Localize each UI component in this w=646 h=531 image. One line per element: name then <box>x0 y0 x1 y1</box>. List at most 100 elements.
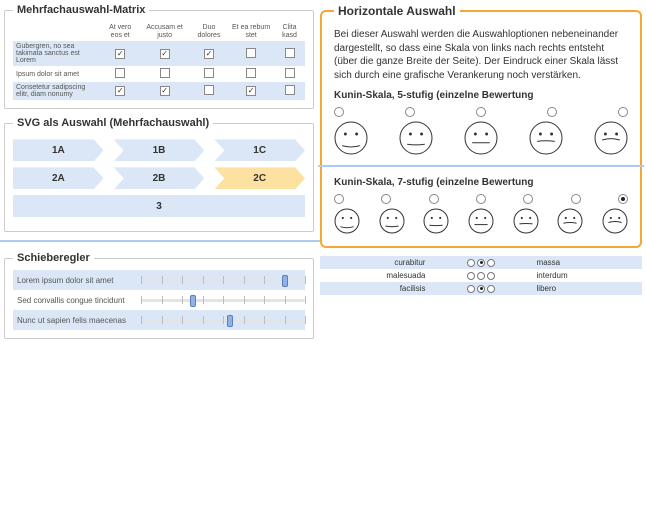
radio[interactable] <box>467 285 475 293</box>
checkbox[interactable] <box>204 85 214 95</box>
radio[interactable] <box>571 194 581 204</box>
face-icon <box>513 208 539 234</box>
divider <box>318 165 644 167</box>
face-icon <box>334 208 360 234</box>
matrix-panel: Mehrfachauswahl-Matrix At vero eos etAcc… <box>4 4 314 109</box>
row-radios <box>429 282 532 295</box>
slider[interactable] <box>141 293 305 307</box>
radio[interactable] <box>429 194 439 204</box>
arrow-option[interactable]: 2A <box>13 167 104 189</box>
slider-label: Sed convallis congue tincidunt <box>13 296 133 305</box>
radio[interactable] <box>334 107 344 117</box>
slider-row: Nunc ut sapien felis maecenas <box>13 310 305 330</box>
arrow-option[interactable]: 2C <box>214 167 305 189</box>
radio[interactable] <box>405 107 415 117</box>
slider-row: Sed convallis congue tincidunt <box>13 290 305 310</box>
kunin5-title: Kunin-Skala, 5-stufig (einzelne Bewertun… <box>334 90 628 101</box>
slider[interactable] <box>141 313 305 327</box>
face-icon <box>399 121 433 155</box>
slider-thumb[interactable] <box>282 275 288 287</box>
radio[interactable] <box>487 259 495 267</box>
arrow-option[interactable]: 1B <box>114 139 205 161</box>
row-radios <box>429 256 532 269</box>
radio[interactable] <box>381 194 391 204</box>
radio[interactable] <box>467 272 475 280</box>
radio[interactable] <box>467 259 475 267</box>
table-row: curabitur massa <box>320 256 642 269</box>
slider-thumb[interactable] <box>227 315 233 327</box>
checkbox[interactable] <box>115 68 125 78</box>
radio[interactable] <box>487 272 495 280</box>
radio[interactable] <box>476 107 486 117</box>
checkbox[interactable]: ✓ <box>115 86 125 96</box>
radio[interactable] <box>487 285 495 293</box>
arrow-option[interactable]: 1A <box>13 139 104 161</box>
horizontal-select-desc: Bei dieser Auswahl werden die Auswahlopt… <box>334 28 628 82</box>
radio[interactable] <box>547 107 557 117</box>
checkbox[interactable]: ✓ <box>160 49 170 59</box>
horizontal-select-panel: Horizontale Auswahl Bei dieser Auswahl w… <box>320 4 642 248</box>
face-icon <box>557 208 583 234</box>
checkbox[interactable]: ✓ <box>160 86 170 96</box>
slider-label: Nunc ut sapien felis maecenas <box>13 316 133 325</box>
checkbox[interactable] <box>285 68 295 78</box>
radio[interactable] <box>477 272 485 280</box>
matrix-row-label: Ipsum dolor sit amet <box>13 66 101 82</box>
checkbox[interactable] <box>285 85 295 95</box>
slider-thumb[interactable] <box>190 295 196 307</box>
matrix-table: At vero eos etAccusam et justoDuo dolore… <box>13 22 305 100</box>
kunin5-radios <box>334 107 628 117</box>
horizontal-select-title: Horizontale Auswahl <box>334 4 460 18</box>
radio[interactable] <box>477 285 485 293</box>
row-radios <box>429 269 532 282</box>
matrix-title: Mehrfachauswahl-Matrix <box>13 4 149 16</box>
kunin7-title: Kunin-Skala, 7-stufig (einzelne Bewertun… <box>334 177 628 188</box>
mini-table: curabitur massamalesuadainterdumfacilisis… <box>320 256 642 295</box>
arrow-option[interactable]: 3 <box>13 195 305 217</box>
kunin5-faces <box>334 121 628 155</box>
checkbox[interactable] <box>285 48 295 58</box>
arrow-option[interactable]: 1C <box>214 139 305 161</box>
face-icon <box>594 121 628 155</box>
checkbox[interactable] <box>246 68 256 78</box>
row-right-label: libero <box>533 282 642 295</box>
row-left-label: curabitur <box>320 256 429 269</box>
checkbox[interactable] <box>204 68 214 78</box>
table-row: facilisislibero <box>320 282 642 295</box>
checkbox[interactable]: ✓ <box>204 49 214 59</box>
slider-row: Lorem ipsum dolor sit amet <box>13 270 305 290</box>
row-left-label: malesuada <box>320 269 429 282</box>
matrix-col-header: Duo dolores <box>190 22 228 41</box>
row-right-label: massa <box>533 256 642 269</box>
checkbox[interactable]: ✓ <box>115 49 125 59</box>
sliders-title: Schieberegler <box>13 252 94 264</box>
matrix-row: Ipsum dolor sit amet <box>13 66 305 82</box>
svg-select-panel: SVG als Auswahl (Mehrfachauswahl) 1A1B1C… <box>4 117 314 232</box>
kunin7-radios <box>334 194 628 204</box>
sliders-panel: Schieberegler Lorem ipsum dolor sit amet… <box>4 252 314 339</box>
matrix-row-label: Consetetur sadipscing elitr, diam nonumy <box>13 82 101 100</box>
checkbox[interactable]: ✓ <box>246 86 256 96</box>
radio[interactable] <box>334 194 344 204</box>
face-icon <box>529 121 563 155</box>
face-icon <box>468 208 494 234</box>
face-icon <box>464 121 498 155</box>
matrix-col-header: Et ea rebum stet <box>228 22 274 41</box>
matrix-col-header: Accusam et justo <box>139 22 189 41</box>
radio[interactable] <box>476 194 486 204</box>
arrow-option[interactable]: 2B <box>114 167 205 189</box>
radio[interactable] <box>618 107 628 117</box>
checkbox[interactable] <box>160 68 170 78</box>
face-icon <box>602 208 628 234</box>
face-icon <box>423 208 449 234</box>
checkbox[interactable] <box>246 48 256 58</box>
kunin7-faces <box>334 208 628 234</box>
slider[interactable] <box>141 273 305 287</box>
table-row: malesuadainterdum <box>320 269 642 282</box>
radio[interactable] <box>477 259 485 267</box>
radio[interactable] <box>523 194 533 204</box>
matrix-row: Gubergren, no sea takimata sanctus est L… <box>13 41 305 66</box>
radio[interactable] <box>618 194 628 204</box>
matrix-col-header: Clita kasd <box>274 22 305 41</box>
face-icon <box>379 208 405 234</box>
